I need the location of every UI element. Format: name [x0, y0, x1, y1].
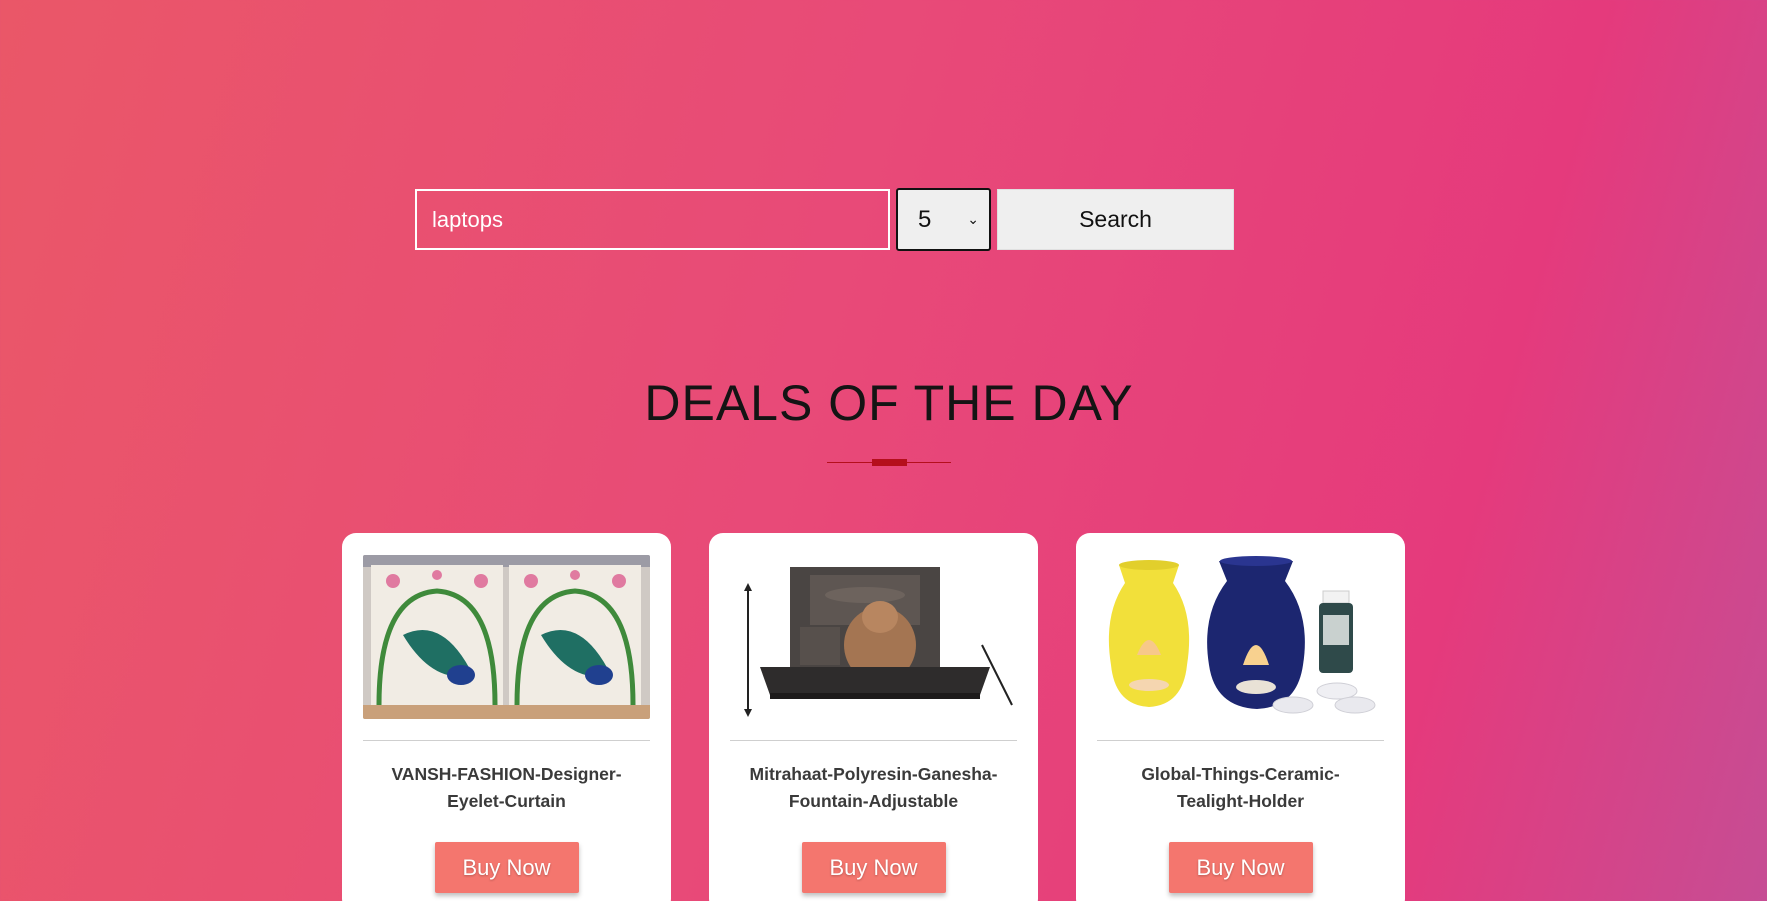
result-count-value: 5	[918, 205, 932, 233]
product-card: VANSH-FASHION-Designer- Eyelet-Curtain B…	[342, 533, 671, 901]
ganesha-fountain-image	[730, 555, 1017, 719]
search-input[interactable]	[415, 189, 890, 250]
card-divider	[1097, 740, 1384, 741]
product-title: VANSH-FASHION-Designer- Eyelet-Curtain	[363, 761, 650, 815]
product-card: Global-Things-Ceramic- Tealight-Holder B…	[1076, 533, 1405, 901]
product-title-line: Mitrahaat-Polyresin-Ganesha-	[749, 764, 998, 784]
ceramic-tealight-holder-image	[1097, 555, 1384, 719]
product-title-line: Global-Things-Ceramic-	[1141, 764, 1340, 784]
product-title-line: Tealight-Holder	[1176, 791, 1305, 811]
product-image	[1097, 555, 1384, 719]
product-title-line: Fountain-Adjustable	[788, 791, 959, 811]
product-title-line: VANSH-FASHION-Designer-	[391, 764, 622, 784]
buy-now-button[interactable]: Buy Now	[1168, 842, 1313, 893]
product-cards: VANSH-FASHION-Designer- Eyelet-Curtain B…	[342, 533, 1405, 901]
product-image	[730, 555, 1017, 719]
product-title: Global-Things-Ceramic- Tealight-Holder	[1097, 761, 1384, 815]
product-card: Mitrahaat-Polyresin-Ganesha- Fountain-Ad…	[709, 533, 1038, 901]
peacock-curtain-image	[363, 555, 650, 719]
card-divider	[730, 740, 1017, 741]
buy-now-button[interactable]: Buy Now	[801, 842, 946, 893]
search-bar: 5 ⌄ Search	[415, 188, 1234, 251]
card-divider	[363, 740, 650, 741]
title-divider	[827, 459, 951, 466]
product-title: Mitrahaat-Polyresin-Ganesha- Fountain-Ad…	[730, 761, 1017, 815]
product-title-line: Eyelet-Curtain	[447, 791, 566, 811]
section-title: DEALS OF THE DAY	[644, 375, 1134, 431]
buy-now-button[interactable]: Buy Now	[434, 842, 579, 893]
chevron-down-icon: ⌄	[967, 211, 979, 227]
product-image	[363, 555, 650, 719]
search-button[interactable]: Search	[997, 189, 1234, 250]
result-count-select[interactable]: 5 ⌄	[896, 188, 991, 251]
